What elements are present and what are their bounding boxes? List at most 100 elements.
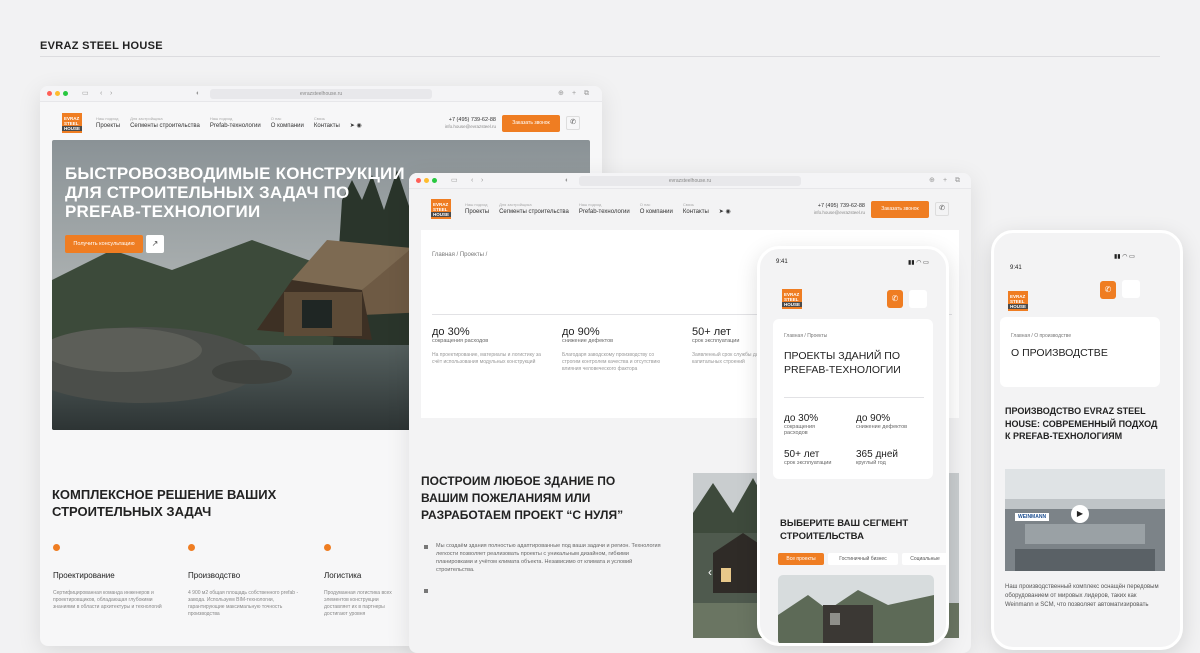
complex-item-logistics: Логистика Продуманная логистика всех эле… — [324, 544, 404, 618]
status-time: 9:41 — [776, 259, 788, 265]
tabs-icon[interactable]: ⧉ — [955, 176, 960, 186]
forward-icon[interactable]: › — [110, 89, 112, 99]
stat-lifetime: 50+ лет срок эксплуатации Заявленный сро… — [692, 326, 762, 365]
shield-icon: ◐ — [565, 177, 570, 184]
header-divider — [40, 56, 1160, 57]
phone-call-icon[interactable]: ✆ — [887, 290, 903, 308]
browser-toolbar: ▭ ‹ › ◐ evrazsteelhouse.ru ⊕ + ⧉ — [409, 173, 971, 189]
build-title: Построим любое здание по вашим пожелания… — [421, 474, 624, 522]
play-icon[interactable]: ▶ — [1071, 505, 1089, 523]
bullet-icon — [324, 544, 331, 551]
complex-item-production: Производство 4 900 м2 общая площадь собс… — [188, 544, 303, 618]
nav-item-contacts[interactable]: Связь Контакты — [314, 116, 340, 130]
social-links[interactable]: ➤ ◉ — [350, 116, 362, 130]
logo[interactable]: EVRAZ STEEL HOUSE — [431, 199, 451, 219]
brand-title: EVRAZ STEEL HOUSE — [40, 40, 163, 52]
header-phone[interactable]: +7 (495) 739-62-88 — [449, 117, 496, 124]
browser-toolbar: ▭ ‹ › ◐ evrazsteelhouse.ru ⊕ + ⧉ — [40, 86, 602, 102]
nav-item-projects[interactable]: Наш подход Проекты — [465, 202, 489, 216]
logo[interactable]: EVRAZ STEEL HOUSE — [1008, 291, 1028, 311]
download-icon[interactable]: ⊕ — [929, 176, 935, 186]
build-text: Мы создаём здания полностью адаптированн… — [436, 543, 661, 573]
bullet-icon — [188, 544, 195, 551]
site-header: EVRAZ STEEL HOUSE Наш подход Проекты Для за… — [52, 110, 590, 136]
phone-icon[interactable]: ✆ — [935, 202, 949, 216]
phone-mockup-production: 9:41 ▮▮ ◠ ▭ EVRAZ STEEL HOUSE ✆ Главная / … — [991, 230, 1183, 650]
hero-title: Быстровозводимые конструкции для строите… — [65, 164, 405, 221]
nav-item-prefab[interactable]: Наш подход Prefab-технологии — [579, 202, 630, 216]
back-icon[interactable]: ‹ — [100, 89, 102, 99]
breadcrumb[interactable]: Главная / Проекты — [784, 333, 827, 339]
tabs-icon[interactable]: ⧉ — [584, 89, 589, 99]
back-icon[interactable]: ‹ — [471, 176, 473, 186]
stat-year-round: 365 дней круглый год — [856, 449, 898, 466]
new-tab-icon[interactable]: + — [572, 89, 576, 99]
status-icons: ▮▮ ◠ ▭ — [1114, 254, 1135, 260]
callback-button[interactable]: Заказать звонок — [871, 200, 929, 218]
bullet-icon — [53, 544, 60, 551]
main-nav: Наш подход Проекты Для застройщика Сегмент… — [96, 116, 362, 130]
telegram-icon: ➤ ◉ — [349, 123, 362, 129]
notch — [828, 257, 878, 267]
header-email[interactable]: info.house@evrazsteel.ru — [445, 124, 496, 129]
breadcrumb[interactable]: Главная / Проекты / — [432, 252, 487, 258]
logo[interactable]: EVRAZ STEEL HOUSE — [62, 113, 82, 133]
nav-item-segments[interactable]: Для застройщика Сегменты строительства — [130, 116, 200, 130]
stat-costs: до 30% сокращения расходов На проектиров… — [432, 326, 541, 365]
consult-button[interactable]: Получить консультацию — [65, 235, 143, 253]
complex-title: Комплексное решение ваших строительных з… — [52, 487, 277, 519]
main-nav: Наш подход Проекты Для застройщика Сегмент… — [465, 202, 731, 216]
arrow-icon[interactable]: ↗ — [146, 235, 164, 253]
project-thumbnail[interactable] — [778, 575, 934, 643]
menu-icon[interactable] — [1122, 280, 1140, 298]
project-image — [778, 575, 934, 643]
forward-icon[interactable]: › — [481, 176, 483, 186]
nav-item-projects[interactable]: Наш подход Проекты — [96, 116, 120, 130]
logo[interactable]: EVRAZ STEEL HOUSE — [782, 289, 802, 309]
nav-item-prefab[interactable]: Наш подход Prefab-технологии — [210, 116, 261, 130]
phone-call-icon[interactable]: ✆ — [1100, 281, 1116, 299]
production-text: Наш производственный комплекс оснащён пе… — [1005, 584, 1159, 608]
stat-costs: до 30% сокращения расходов — [784, 413, 819, 436]
projects-card: Главная / Проекты Проекты зданий по pref… — [773, 319, 933, 479]
site-header: EVRAZ STEEL HOUSE Наш подход Проекты Для за… — [421, 196, 959, 222]
about-card: Главная / О производстве О производстве — [1000, 317, 1160, 387]
nav-item-contacts[interactable]: Связь Контакты — [683, 202, 709, 216]
callback-button[interactable]: Заказать звонок — [502, 114, 560, 132]
breadcrumb[interactable]: Главная / О производстве — [1011, 333, 1071, 339]
nav-item-about[interactable]: О нас О компании — [640, 202, 673, 216]
phone-mockup-projects: 9:41 ▮▮ ◠ ▭ EVRAZ STEEL HOUSE ✆ Главная / … — [757, 246, 949, 646]
pill-social[interactable]: Социальные — [902, 553, 946, 565]
download-icon[interactable]: ⊕ — [558, 89, 564, 99]
production-video[interactable]: WEINMANN ▶ — [1005, 469, 1165, 571]
header-phone[interactable]: +7 (495) 739-62-88 — [818, 203, 865, 210]
sidebar-icon[interactable]: ▭ — [82, 89, 89, 99]
build-bullet — [424, 545, 428, 549]
stat-lifetime: 50+ лет срок эксплуатации — [784, 449, 832, 466]
card-divider — [784, 397, 924, 398]
sidebar-icon[interactable]: ▭ — [451, 176, 458, 186]
telegram-icon: ➤ ◉ — [718, 209, 731, 215]
status-time: 9:41 — [1010, 265, 1022, 271]
address-bar[interactable]: evrazsteelhouse.ru — [579, 176, 801, 186]
menu-icon[interactable] — [909, 290, 927, 308]
production-title: Производство EVRAZ Steel House: современ… — [1005, 406, 1158, 441]
status-icons: ▮▮ ◠ ▭ — [908, 260, 929, 266]
new-tab-icon[interactable]: + — [943, 176, 947, 186]
header-email[interactable]: info.house@evrazsteel.ru — [814, 210, 865, 215]
nav-item-segments[interactable]: Для застройщика Сегменты строительства — [499, 202, 569, 216]
build-bullet — [424, 589, 428, 593]
shield-icon: ◐ — [196, 90, 201, 97]
prev-arrow-button[interactable]: ‹ — [703, 565, 717, 579]
pill-all-projects[interactable]: Все проекты — [778, 553, 824, 565]
social-links[interactable]: ➤ ◉ — [719, 202, 731, 216]
nav-item-about[interactable]: О нас О компании — [271, 116, 304, 130]
address-bar[interactable]: evrazsteelhouse.ru — [210, 89, 432, 99]
phone-icon[interactable]: ✆ — [566, 116, 580, 130]
pill-hotel[interactable]: Гостиничный бизнес — [828, 553, 898, 565]
stat-defects: до 90% снижение дефектов Благодаря завод… — [562, 326, 661, 372]
weinmann-label: WEINMANN — [1015, 513, 1050, 521]
complex-item-design: Проектирование Сертифицированная команда… — [53, 544, 168, 611]
segment-title: Выберите ваш сегмент строительства — [780, 518, 909, 542]
stat-defects: до 90% снижение дефектов — [856, 413, 908, 430]
